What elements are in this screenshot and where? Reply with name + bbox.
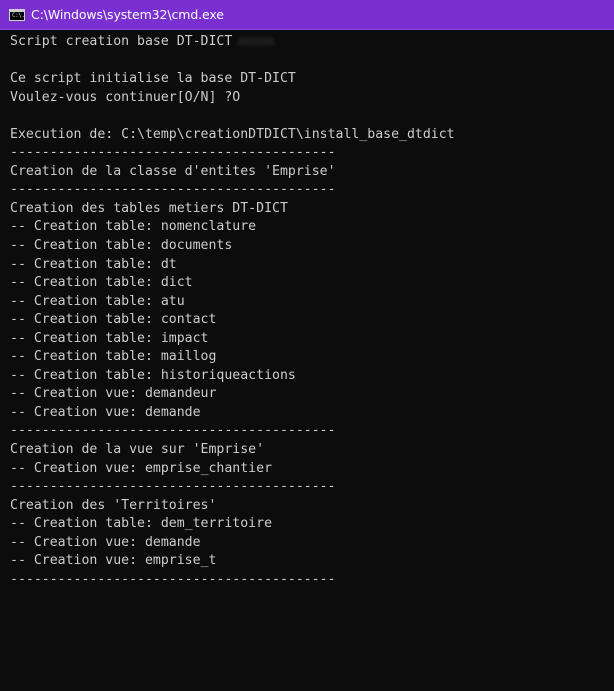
console-line: Voulez-vous continuer[O/N] ?O xyxy=(10,89,241,105)
window-title: C:\Windows\system32\cmd.exe xyxy=(31,7,224,22)
redacted-text xyxy=(238,36,275,46)
console-line: Creation de la vue sur 'Emprise' xyxy=(10,442,265,458)
console-line: Creation des tables metiers DT-DICT xyxy=(10,200,288,216)
console-line: -- Creation table: nomenclature xyxy=(10,219,257,235)
console-line: Ce script initialise la base DT-DICT xyxy=(10,71,296,87)
console-line: Script creation base DT-DICT xyxy=(10,33,614,52)
console-line: -- Creation vue: demande xyxy=(10,404,201,420)
console-line: -- Creation table: historiqueactions xyxy=(10,367,296,383)
cmd-console-icon[interactable]: C:\. xyxy=(9,8,25,21)
console-line: -- Creation vue: emprise_t xyxy=(10,553,217,569)
console-line: Creation de la classe d'entites 'Emprise… xyxy=(10,163,336,179)
console-output[interactable]: Script creation base DT-DICT Ce script i… xyxy=(0,31,614,691)
console-line: -- Creation vue: demande xyxy=(10,534,201,550)
console-line: -- Creation table: contact xyxy=(10,312,217,328)
console-line: ----------------------------------------… xyxy=(10,423,336,439)
console-line: Execution de: C:\temp\creationDTDICT\ins… xyxy=(10,126,455,142)
console-line: -- Creation table: atu xyxy=(10,293,185,309)
console-line: -- Creation table: maillog xyxy=(10,349,217,365)
console-line: -- Creation table: impact xyxy=(10,330,209,346)
cmd-window: C:\. C:\Windows\system32\cmd.exe Script … xyxy=(0,0,614,691)
console-line: -- Creation vue: emprise_chantier xyxy=(10,460,273,476)
console-line: -- Creation table: dict xyxy=(10,275,193,291)
console-line: Creation des 'Territoires' xyxy=(10,497,217,513)
console-line: -- Creation table: dem_territoire xyxy=(10,516,273,532)
console-line: -- Creation vue: demandeur xyxy=(10,386,217,402)
console-line: ----------------------------------------… xyxy=(10,571,336,587)
cmd-icon-glyph: C:\. xyxy=(12,11,25,19)
console-line: ----------------------------------------… xyxy=(10,479,336,495)
console-line: ----------------------------------------… xyxy=(10,182,336,198)
console-line: -- Creation table: documents xyxy=(10,238,233,254)
console-line: ----------------------------------------… xyxy=(10,145,336,161)
console-line: -- Creation table: dt xyxy=(10,256,177,272)
title-bar[interactable]: C:\. C:\Windows\system32\cmd.exe xyxy=(0,0,614,30)
